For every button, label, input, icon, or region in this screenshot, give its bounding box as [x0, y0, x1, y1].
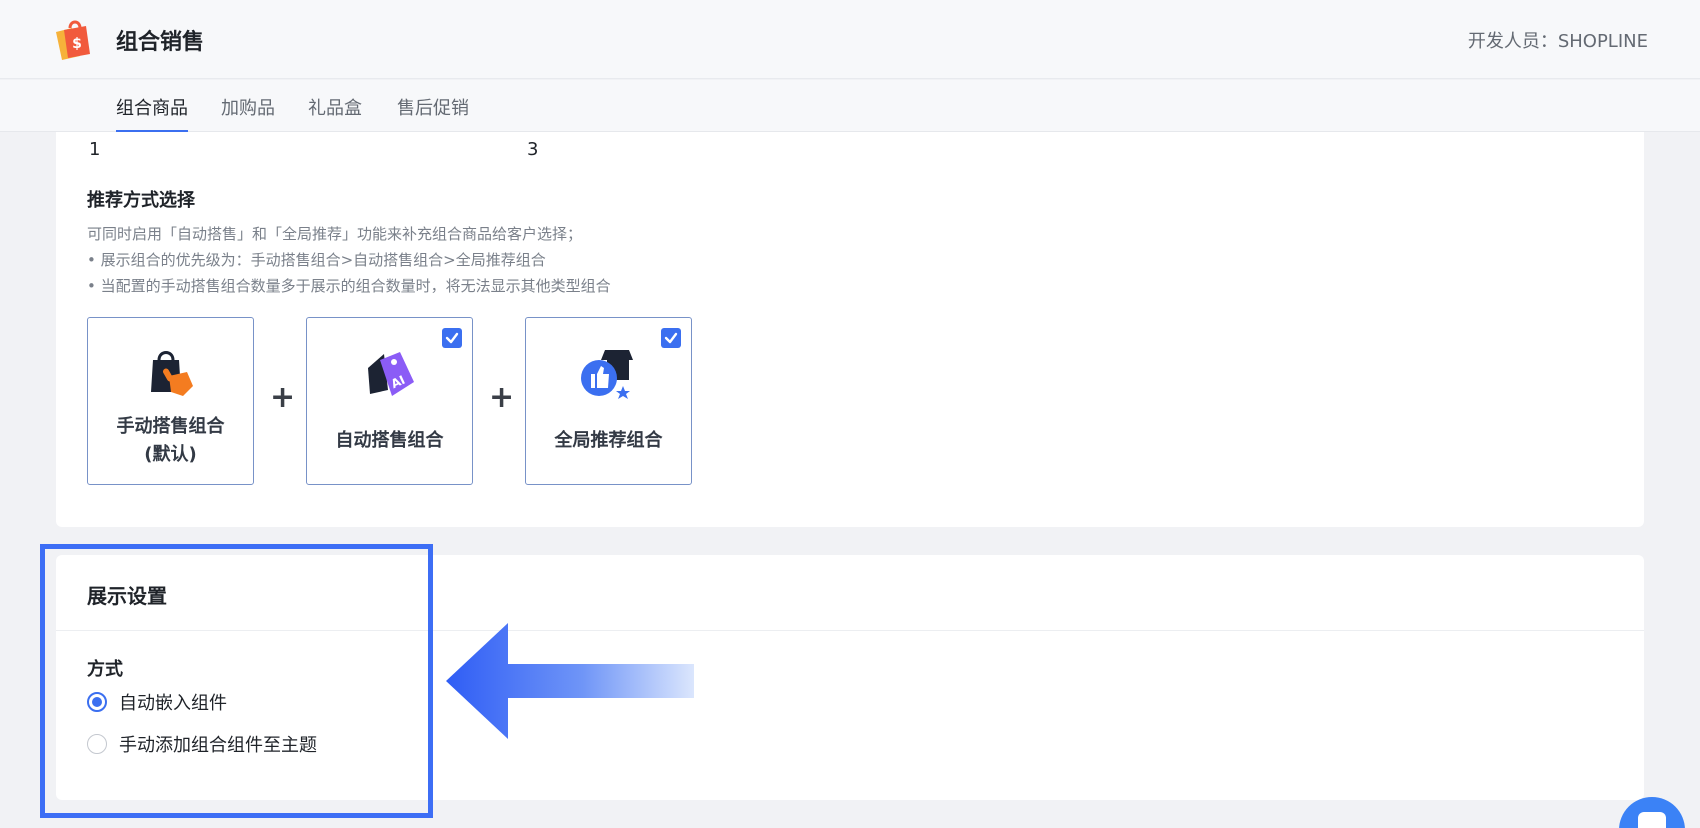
option-manual-bundle[interactable]: 手动搭售组合 (默认) [87, 317, 254, 485]
app-logo-icon: $ [56, 20, 90, 60]
checkbox-checked[interactable] [661, 328, 681, 348]
checkbox-checked[interactable] [442, 328, 462, 348]
ai-tag-icon: AI [367, 352, 414, 396]
recommend-section-title: 推荐方式选择 [87, 190, 195, 211]
shopping-bag-hand-icon [150, 351, 193, 396]
number-label: 1 [89, 139, 101, 160]
recommend-description: 可同时启用「自动搭售」和「全局推荐」功能来补充组合商品给客户选择； [87, 225, 583, 243]
recommend-limit-note: • 当配置的手动搭售组合数量多于展示的组合数量时，将无法显示其他类型组合 [87, 277, 611, 295]
thumbs-up-store-icon [580, 350, 633, 399]
app-header: $ 组合销售 开发人员：SHOPLINE [0, 0, 1700, 79]
option-auto-bundle[interactable]: AI 自动搭售组合 [306, 317, 473, 485]
tab-gift-box[interactable]: 礼品盒 [308, 94, 362, 132]
tab-post-purchase[interactable]: 售后促销 [397, 94, 469, 132]
tab-add-on-products[interactable]: 加购品 [221, 94, 275, 132]
option-global-recommend[interactable]: 全局推荐组合 [525, 317, 692, 485]
tab-bundle-products[interactable]: 组合商品 [116, 94, 188, 132]
developer-label: 开发人员：SHOPLINE [1467, 31, 1648, 52]
tab-bar: 组合商品 加购品 礼品盒 售后促销 [0, 80, 1700, 132]
option-label: 全局推荐组合 [554, 430, 663, 451]
app-title: 组合销售 [116, 30, 205, 55]
option-sublabel: (默认) [144, 444, 197, 465]
plus-sign: + [489, 380, 515, 415]
checkmark-icon [664, 332, 678, 344]
plus-sign: + [270, 380, 296, 415]
svg-text:$: $ [72, 36, 82, 52]
chat-button[interactable] [1619, 797, 1685, 828]
checkmark-icon [445, 332, 459, 344]
recommend-priority-note: • 展示组合的优先级为：手动搭售组合>自动搭售组合>全局推荐组合 [87, 251, 546, 269]
option-label: 手动搭售组合 [116, 416, 225, 437]
option-label: 自动搭售组合 [335, 430, 444, 451]
highlight-box [40, 544, 433, 818]
number-label: 3 [527, 139, 539, 160]
recommend-card: 1 3 推荐方式选择 可同时启用「自动搭售」和「全局推荐」功能来补充组合商品给客… [56, 132, 1644, 527]
arrow-left-icon [446, 623, 694, 739]
